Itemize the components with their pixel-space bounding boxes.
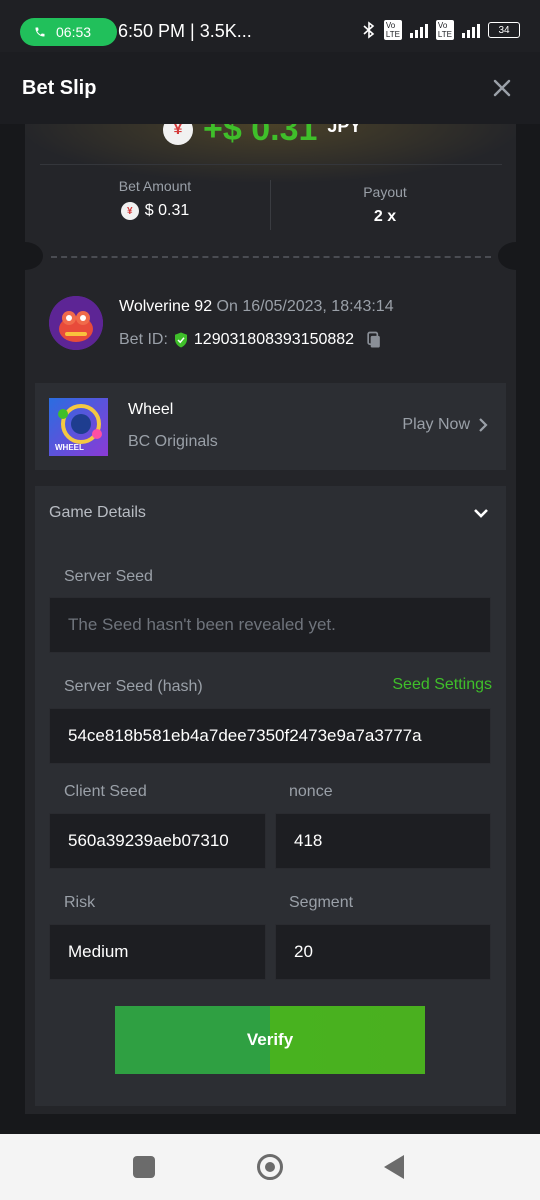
volte-icon-2: Vo LTE	[435, 20, 454, 40]
close-icon[interactable]	[490, 76, 514, 100]
status-icons: Vo LTE Vo LTE 34	[362, 20, 520, 40]
player-name-line: Wolverine 92 On 16/05/2023, 18:43:14	[119, 298, 394, 316]
yen-coin-icon: ¥	[163, 124, 193, 145]
game-provider: BC Originals	[128, 433, 218, 450]
yen-coin-small-icon: ¥	[120, 202, 139, 220]
ticket-notch-left	[25, 242, 43, 270]
nonce-field[interactable]: 418	[275, 813, 491, 869]
server-seed-hash-label: Server Seed (hash)	[64, 678, 203, 695]
page-title: Bet Slip	[22, 76, 97, 99]
system-nav-bar	[0, 1134, 540, 1200]
payout-stat: Payout 2 x	[295, 184, 475, 226]
avatar[interactable]	[49, 296, 103, 350]
bet-id-label: Bet ID:	[119, 331, 168, 348]
divider	[40, 164, 502, 165]
chevron-right-icon	[479, 418, 488, 432]
copy-icon[interactable]	[364, 330, 384, 350]
dragon-avatar-icon	[49, 296, 103, 350]
game-name: Wheel	[128, 401, 174, 418]
bet-slip-card: ¥ +$ 0.31 JPY Bet Amount ¥ $ 0.31 Payout…	[25, 124, 516, 1114]
server-seed-label: Server Seed	[64, 568, 153, 585]
phone-icon	[35, 27, 45, 37]
bluetooth-icon	[363, 21, 375, 39]
recents-button[interactable]	[133, 1156, 155, 1178]
volte-icon: Vo LTE	[383, 20, 402, 40]
payout-value: 2 x	[373, 208, 397, 225]
bet-date: On 16/05/2023, 18:43:14	[216, 298, 394, 315]
ticket-notch-right	[498, 242, 516, 270]
call-timer: 06:53	[56, 24, 92, 40]
nonce-label: nonce	[289, 783, 333, 800]
bet-amount-stat: Bet Amount ¥ $ 0.31	[65, 178, 245, 220]
ongoing-call-pill[interactable]: 06:53	[20, 18, 117, 46]
client-seed-label: Client Seed	[64, 783, 147, 800]
verify-button[interactable]: Verify	[115, 1006, 425, 1074]
player-name[interactable]: Wolverine 92	[119, 298, 212, 315]
status-bar: 06:53 6:50 PM | 3.5K... Vo LTE Vo LTE 34	[0, 0, 540, 52]
chevron-down-icon[interactable]	[472, 504, 490, 522]
home-button[interactable]	[257, 1154, 283, 1180]
stat-separator	[270, 180, 271, 230]
signal-4g-icon	[462, 22, 480, 38]
play-now-label: Play Now	[402, 416, 470, 433]
shield-check-icon	[174, 332, 187, 348]
player-info: Wolverine 92 On 16/05/2023, 18:43:14 Bet…	[49, 296, 499, 352]
bet-slip-header: Bet Slip	[0, 52, 540, 124]
back-button[interactable]	[384, 1155, 404, 1179]
payout-amount: ¥ +$ 0.31 JPY	[163, 124, 361, 149]
game-details-title[interactable]: Game Details	[49, 504, 146, 522]
payout-currency: JPY	[327, 124, 362, 136]
bet-id-line: Bet ID: 129031808393150882	[119, 330, 384, 350]
segment-label: Segment	[289, 894, 354, 911]
svg-text:WHEEL: WHEEL	[55, 443, 84, 452]
bet-amount-value: ¥ $ 0.31	[65, 202, 245, 220]
payout-amount-value: +$ 0.31	[203, 124, 318, 148]
bet-id-value: 129031808393150882	[193, 331, 355, 348]
server-seed-hash-field[interactable]: 54ce818b581eb4a7dee7350f2473e9a7a3777a	[49, 708, 491, 764]
game-thumbnail[interactable]: WHEEL	[49, 398, 108, 456]
segment-field[interactable]: 20	[275, 924, 491, 980]
bet-amount-label: Bet Amount	[118, 178, 192, 194]
risk-field[interactable]: Medium	[49, 924, 266, 980]
signal-icon	[409, 22, 428, 38]
status-info-text: 6:50 PM | 3.5K...	[118, 21, 252, 41]
wheel-game-icon: WHEEL	[55, 404, 102, 452]
bet-amount-text: $ 0.31	[144, 202, 190, 219]
dashed-divider	[51, 256, 491, 258]
game-row[interactable]: WHEEL Wheel BC Originals Play Now	[35, 383, 506, 470]
play-now-link[interactable]: Play Now	[402, 416, 488, 434]
client-seed-field[interactable]: 560a39239aeb07310	[49, 813, 266, 869]
server-seed-field[interactable]: The Seed hasn't been revealed yet.	[49, 597, 491, 653]
seed-settings-link[interactable]: Seed Settings	[392, 676, 492, 694]
battery-icon: 34	[488, 22, 520, 38]
game-details-panel: Game Details Server Seed The Seed hasn't…	[35, 486, 506, 1106]
payout-label: Payout	[363, 184, 407, 200]
risk-label: Risk	[64, 894, 96, 911]
